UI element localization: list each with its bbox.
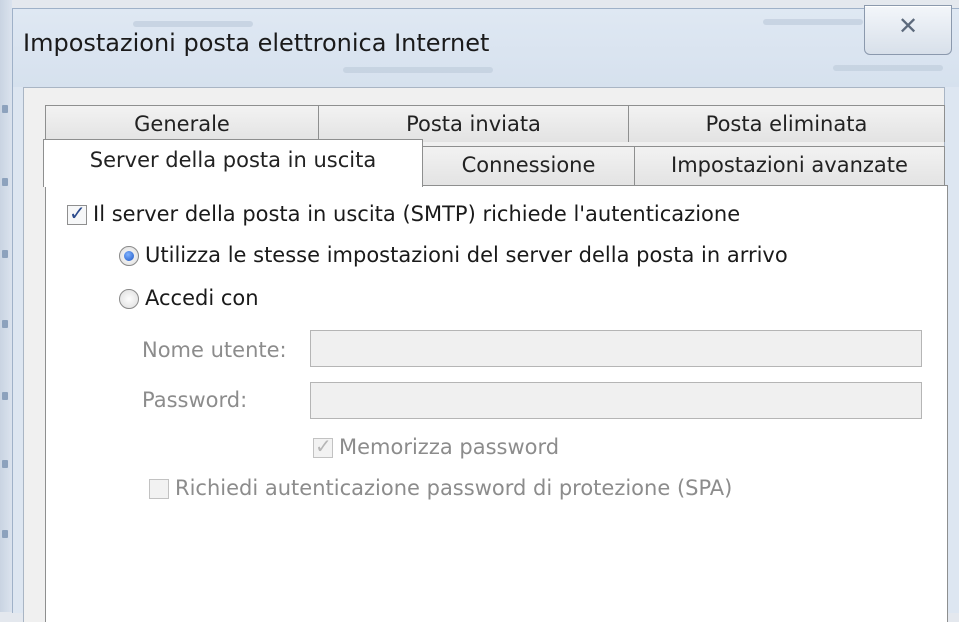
tab-label: Connessione [461, 153, 596, 177]
smtp-auth-row: Il server della posta in uscita (SMTP) r… [67, 201, 740, 226]
remember-password-label[interactable]: Memorizza password [339, 435, 559, 459]
tab-connessione[interactable]: Connessione [422, 146, 635, 186]
spa-checkbox[interactable] [149, 479, 169, 499]
tab-label: Server della posta in uscita [89, 148, 377, 172]
password-field[interactable] [310, 382, 925, 420]
login-with-row: Accedi con [119, 286, 259, 310]
dialog-client-area: Generale Posta inviata Posta eliminata S… [23, 87, 948, 622]
tab-label: Posta inviata [406, 112, 541, 136]
username-field[interactable] [310, 330, 925, 368]
title-bar[interactable]: Impostazioni posta elettronica Internet … [13, 5, 959, 87]
tab-impostazioni-avanzate[interactable]: Impostazioni avanzate [634, 146, 945, 186]
same-settings-radio[interactable] [119, 246, 139, 266]
spa-label[interactable]: Richiedi autenticazione password di prot… [175, 476, 732, 500]
login-with-label[interactable]: Accedi con [145, 286, 259, 310]
tab-posta-eliminata[interactable]: Posta eliminata [628, 105, 945, 142]
same-settings-label[interactable]: Utilizza le stesse impostazioni del serv… [145, 243, 788, 267]
password-label: Password: [142, 388, 248, 412]
dialog-window: Impostazioni posta elettronica Internet … [12, 5, 959, 622]
smtp-auth-label[interactable]: Il server della posta in uscita (SMTP) r… [93, 202, 740, 226]
background-window-edge [0, 0, 12, 612]
remember-password-row: Memorizza password [313, 434, 559, 459]
login-with-radio[interactable] [119, 289, 139, 309]
password-input[interactable] [311, 383, 925, 420]
dialog-title: Impostazioni posta elettronica Internet [23, 29, 490, 57]
smtp-auth-checkbox[interactable] [67, 201, 87, 225]
username-input[interactable] [311, 331, 925, 368]
close-icon: ✕ [897, 12, 919, 40]
tab-generale[interactable]: Generale [45, 105, 319, 142]
tab-server-posta-uscita[interactable]: Server della posta in uscita [43, 139, 423, 187]
username-label: Nome utente: [142, 338, 287, 362]
spa-row: Richiedi autenticazione password di prot… [149, 476, 732, 500]
same-settings-row: Utilizza le stesse impostazioni del serv… [119, 243, 788, 267]
tab-label: Generale [134, 112, 230, 136]
tab-posta-inviata[interactable]: Posta inviata [318, 105, 629, 142]
remember-password-checkbox[interactable] [313, 434, 333, 458]
close-button[interactable]: ✕ [864, 5, 952, 55]
tab-label: Impostazioni avanzate [671, 153, 908, 177]
tab-label: Posta eliminata [705, 112, 868, 136]
